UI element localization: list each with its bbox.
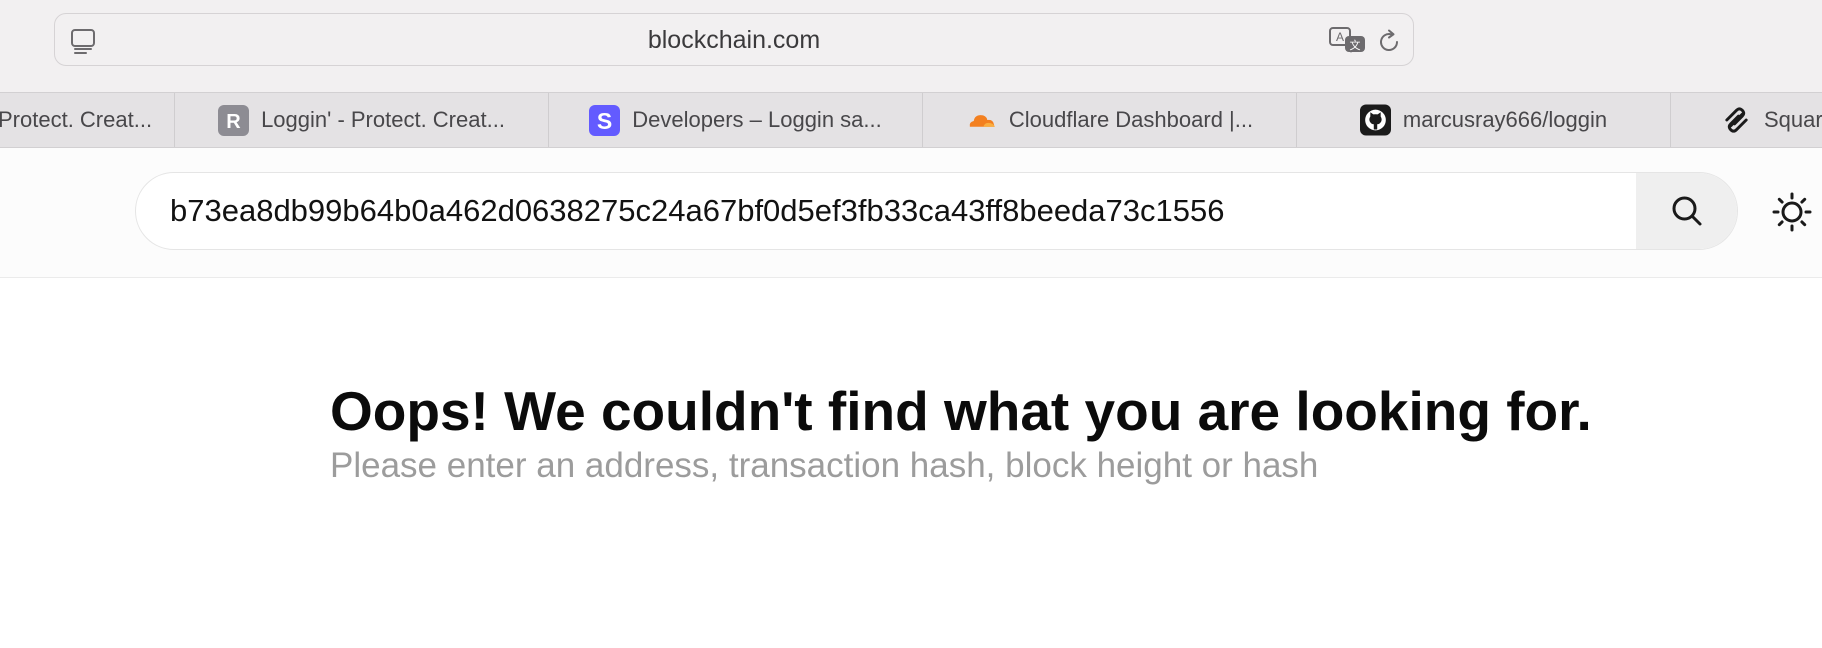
tab-loggin[interactable]: R Loggin' - Protect. Creat... [175, 93, 549, 147]
sun-icon[interactable] [1772, 192, 1812, 232]
browser-toolbar: blockchain.com A 文 [0, 0, 1822, 92]
search-input[interactable] [136, 173, 1636, 249]
tab-bar: Protect. Creat... R Loggin' - Protect. C… [0, 92, 1822, 148]
tab-title: Developers – Loggin sa... [632, 107, 882, 132]
svg-text:S: S [597, 108, 612, 134]
stripe-s-icon: S [589, 104, 621, 136]
url-text[interactable]: blockchain.com [55, 14, 1413, 67]
translate-icon[interactable]: A 文 [1328, 26, 1368, 56]
tab-loggin-partial[interactable]: Protect. Creat... [0, 93, 175, 147]
tab-stripe-developers[interactable]: S Developers – Loggin sa... [549, 93, 923, 147]
address-bar[interactable]: blockchain.com A 文 [54, 13, 1414, 66]
error-subtitle: Please enter an address, transaction has… [330, 446, 1319, 485]
search-button[interactable] [1636, 173, 1737, 249]
svg-text:A: A [1336, 30, 1344, 44]
squarespace-icon [1721, 105, 1752, 136]
site-header [0, 148, 1822, 278]
r-letter-icon: R [218, 104, 250, 136]
tab-title: Cloudflare Dashboard |... [1008, 107, 1254, 132]
svg-text:文: 文 [1350, 38, 1361, 52]
cloudflare-cloud-icon [966, 105, 997, 136]
tab-title: Loggin' - Protect. Creat... [261, 107, 505, 132]
error-title: Oops! We couldn't find what you are look… [330, 380, 1592, 442]
tab-title: Protect. Creat... [0, 107, 153, 132]
svg-text:R: R [226, 111, 241, 133]
tab-github[interactable]: marcusray666/loggin [1297, 93, 1671, 147]
github-octocat-icon [1359, 104, 1391, 136]
tab-squarespace[interactable]: Squar [1671, 93, 1822, 147]
search-box [135, 172, 1738, 250]
reload-icon[interactable] [1375, 28, 1403, 56]
tab-title: Squar [1764, 107, 1822, 132]
tab-title: marcusray666/loggin [1402, 107, 1608, 132]
search-icon [1672, 196, 1701, 226]
tab-cloudflare[interactable]: Cloudflare Dashboard |... [923, 93, 1297, 147]
